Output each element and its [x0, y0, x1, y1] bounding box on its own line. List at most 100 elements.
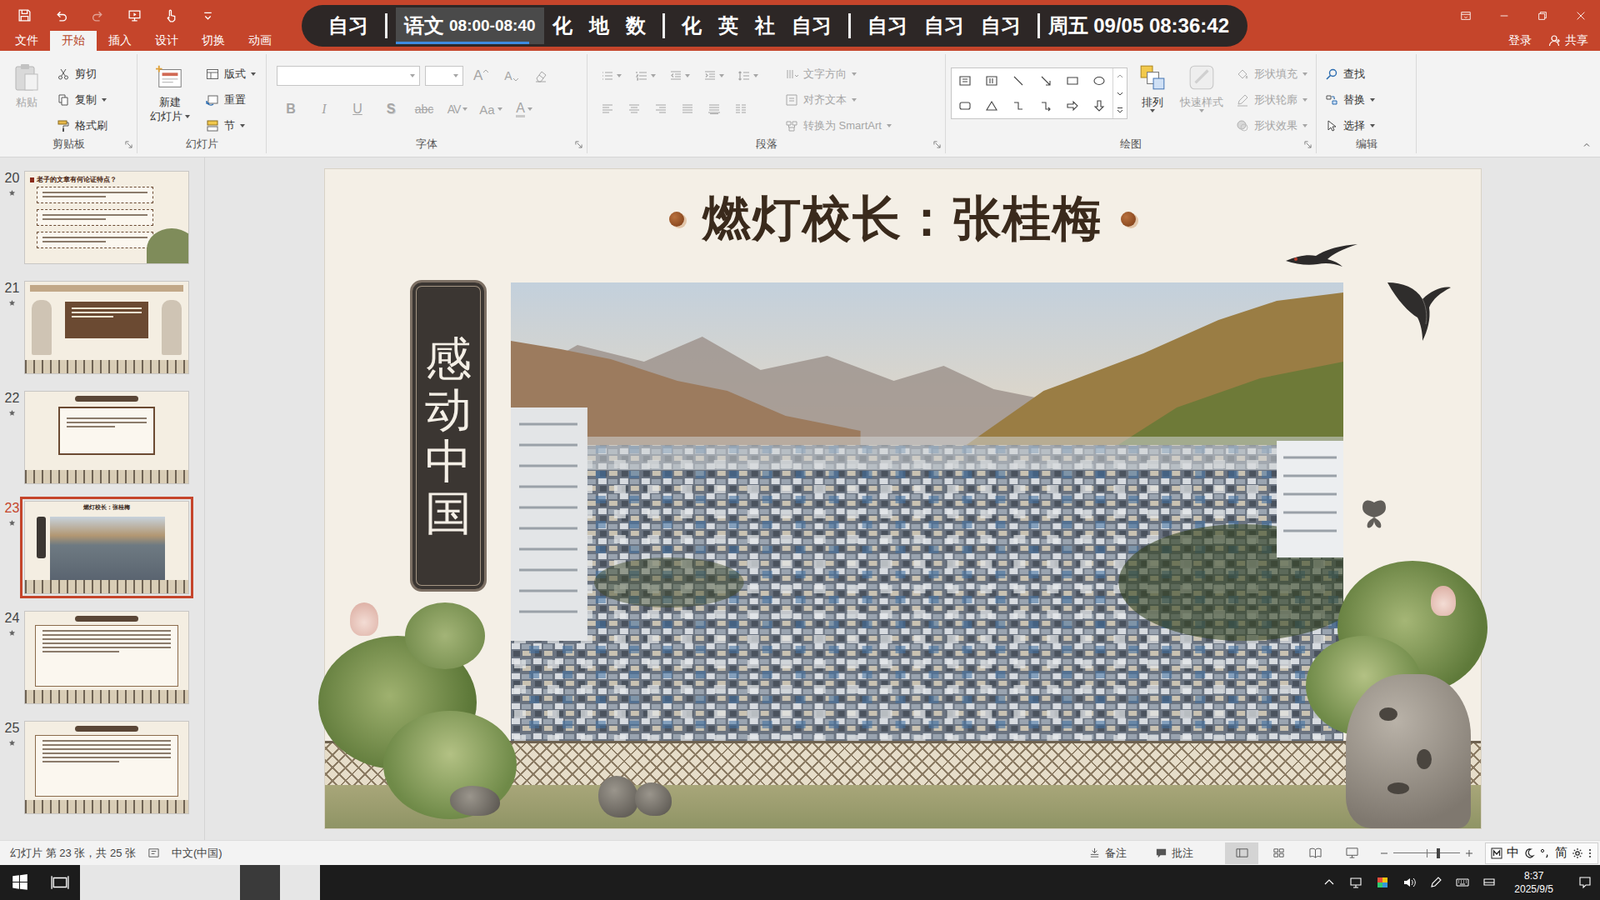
clear-formatting-button[interactable] [529, 69, 553, 83]
ime-more-icon[interactable] [1587, 847, 1593, 860]
slides-command[interactable]: 节 [202, 112, 260, 139]
ribbon-display-button[interactable] [1446, 0, 1485, 31]
slide[interactable]: 燃灯校长：张桂梅感动中国 [325, 169, 1481, 829]
view-button[interactable] [1298, 842, 1332, 865]
ribbon-tab[interactable]: 切换 [190, 30, 237, 51]
arrange-button[interactable]: 排列 [1134, 60, 1172, 135]
dialog-launcher-icon[interactable] [125, 140, 133, 149]
minimize-button[interactable] [1485, 0, 1524, 31]
shape-button[interactable] [1035, 95, 1057, 117]
taskbar-app[interactable] [120, 865, 160, 900]
slide-thumbnail[interactable] [24, 610, 190, 705]
clipboard-command[interactable]: 剪切 [53, 60, 111, 87]
ribbon-tab[interactable]: 插入 [96, 30, 144, 51]
slide-title[interactable]: 燃灯校长：张桂梅 [325, 185, 1481, 253]
font-size-field[interactable] [425, 65, 464, 86]
slides-command[interactable]: 版式 [202, 60, 260, 87]
city-photo[interactable] [510, 282, 1344, 741]
ime-mode[interactable]: 中 [1506, 845, 1520, 861]
clipboard-command[interactable]: 格式刷 [53, 112, 111, 139]
drawing-command[interactable]: 形状轮廓 [1232, 86, 1311, 113]
view-button[interactable] [1261, 842, 1295, 865]
taskbar-app[interactable] [160, 865, 200, 900]
paragraph-button[interactable] [702, 97, 726, 121]
ribbon-tab[interactable]: 设计 [143, 30, 190, 51]
editing-command[interactable]: 选择 [1321, 112, 1379, 139]
clock[interactable]: 8:372025/9/5 [1509, 869, 1559, 896]
display-icon[interactable] [1482, 875, 1496, 890]
font-format-button[interactable]: B [276, 97, 305, 121]
shape-button[interactable] [980, 70, 1003, 92]
slides-command[interactable]: 重置 [202, 86, 260, 113]
font-name-field[interactable] [276, 65, 420, 86]
shape-button[interactable] [1061, 70, 1084, 92]
paragraph-button[interactable] [595, 97, 620, 121]
login-button[interactable]: 登录 [1496, 30, 1544, 51]
paragraph-button[interactable] [729, 97, 753, 121]
pen-workspace-icon[interactable] [1429, 875, 1443, 890]
view-button[interactable] [1225, 842, 1259, 865]
editing-command[interactable]: 查找 [1321, 60, 1379, 87]
taskbar-app[interactable] [280, 865, 320, 900]
paragraph-command[interactable]: 文字方向 [781, 60, 895, 87]
customize-toolbar-button[interactable] [190, 2, 225, 30]
redo-button[interactable] [80, 2, 115, 30]
dialog-launcher-icon[interactable] [575, 140, 583, 149]
shape-button[interactable] [1088, 70, 1110, 92]
save-button[interactable] [7, 2, 41, 30]
drawing-command[interactable]: 形状效果 [1232, 112, 1311, 139]
dialog-launcher-icon[interactable] [1304, 140, 1312, 149]
font-format-button[interactable]: U [343, 97, 372, 121]
paragraph-button[interactable] [675, 97, 700, 121]
paragraph-button[interactable] [649, 97, 673, 121]
zoom-thumb[interactable] [1436, 848, 1440, 859]
ime-logo-icon[interactable] [1490, 847, 1503, 860]
font-format-button[interactable]: I [310, 97, 339, 121]
volume-icon[interactable] [1402, 875, 1416, 890]
view-button[interactable] [1335, 842, 1369, 865]
ribbon-tab[interactable]: 开始 [50, 30, 97, 51]
zoom-slider[interactable] [1393, 848, 1460, 859]
ribbon-tab[interactable]: 动画 [236, 30, 284, 51]
slide-thumbnail[interactable]: 老子的文章有何论证特点？ [24, 170, 190, 265]
shape-button[interactable] [1035, 70, 1057, 92]
shape-button[interactable] [980, 95, 1003, 117]
new-slide-button[interactable]: 新建幻灯片 [142, 60, 198, 135]
quick-styles-button[interactable]: 快速样式 [1178, 60, 1226, 135]
dialog-launcher-icon[interactable] [933, 140, 941, 149]
drawing-command[interactable]: 形状填充 [1232, 60, 1311, 87]
share-button[interactable]: 共享 [1543, 30, 1600, 51]
paragraph-button[interactable] [622, 97, 646, 121]
font-size-step-button[interactable]: A [499, 69, 524, 83]
font-format-button[interactable]: Aa [476, 97, 505, 121]
ribbon-tab[interactable]: 文件 [3, 30, 50, 51]
punctuation-icon[interactable] [1539, 847, 1551, 860]
taskbar-app[interactable] [200, 865, 240, 900]
shape-button[interactable] [1007, 95, 1030, 117]
comments-button[interactable]: 批注 [1146, 845, 1202, 861]
ime-script[interactable]: 简 [1555, 845, 1568, 861]
font-format-button[interactable]: S [376, 97, 405, 121]
slide-thumbnail[interactable] [24, 720, 190, 815]
font-format-button[interactable]: abc [410, 97, 439, 121]
language[interactable]: 中文(中国) [171, 845, 223, 861]
collapse-ribbon-icon[interactable] [1583, 141, 1590, 149]
zoom-out-icon[interactable] [1380, 849, 1389, 858]
gallery-more-icon[interactable] [1116, 106, 1124, 114]
shape-button[interactable] [954, 70, 976, 92]
restore-button[interactable] [1523, 0, 1562, 31]
start-slideshow-button[interactable] [117, 2, 151, 30]
scroll-down-icon[interactable] [1116, 90, 1124, 97]
touch-mode-button[interactable] [154, 2, 188, 30]
shape-button[interactable] [1061, 95, 1084, 117]
notification-center-icon[interactable] [1578, 875, 1592, 890]
font-size-step-button[interactable]: A [468, 67, 495, 85]
paragraph-command[interactable]: 转换为 SmartArt [781, 112, 895, 139]
clipboard-command[interactable]: 复制 [53, 86, 111, 113]
network-icon[interactable] [1349, 875, 1363, 890]
shape-button[interactable] [954, 95, 976, 117]
paragraph-button[interactable] [664, 64, 695, 88]
scroll-up-icon[interactable] [1116, 73, 1124, 80]
start-button[interactable] [0, 865, 40, 900]
paragraph-button[interactable] [732, 64, 764, 88]
